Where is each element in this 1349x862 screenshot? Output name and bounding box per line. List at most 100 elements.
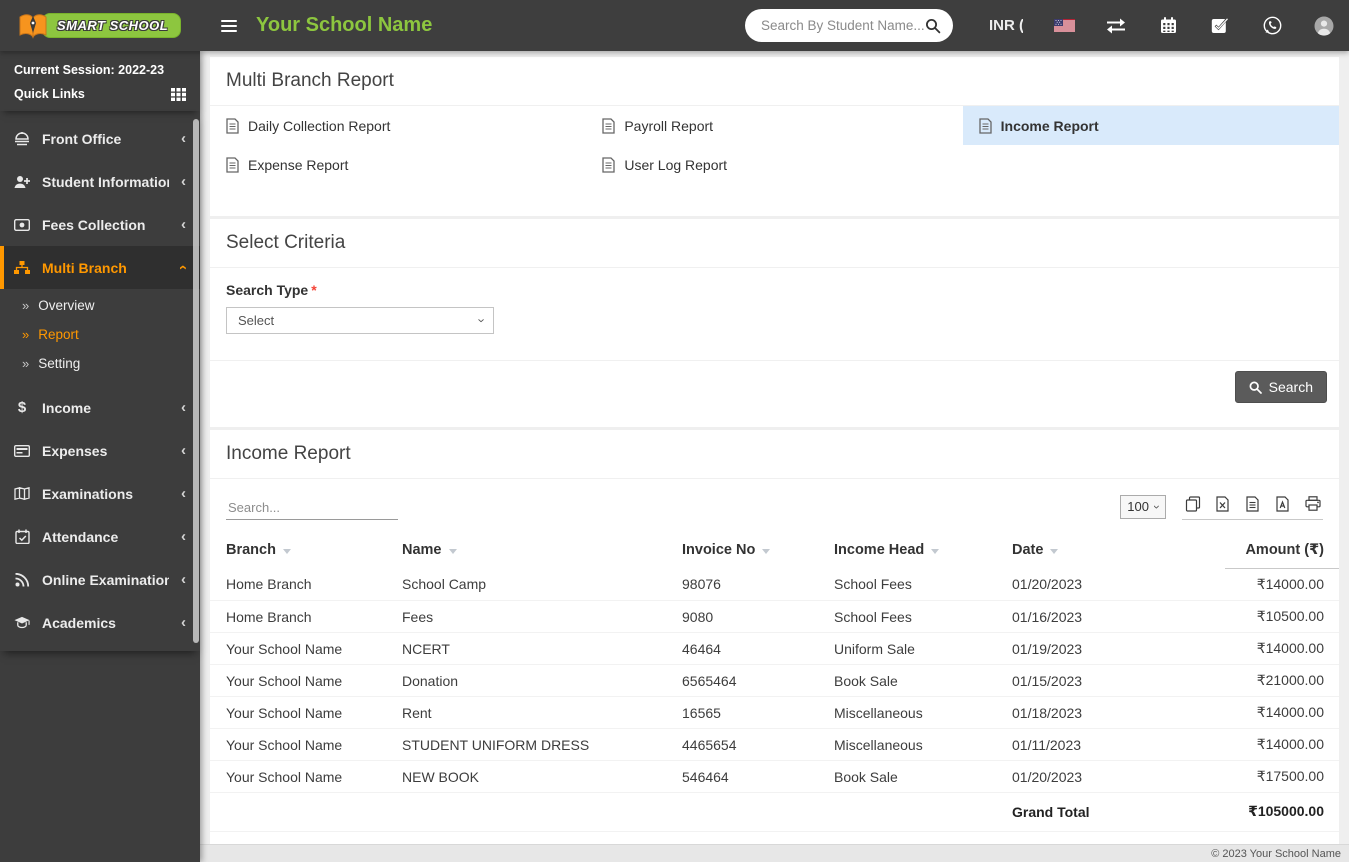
copyright-text: © 2023 Your School Name [1211,848,1341,860]
document-icon [226,157,239,173]
sort-caret-icon [1050,549,1058,554]
document-icon [602,157,615,173]
multi-branch-submenu: » Overview » Report » Setting [0,289,200,386]
export-excel-icon[interactable] [1214,495,1231,512]
sidebar-item-lesson-plan[interactable]: Lesson Plan ‹ [0,644,200,651]
calendar-icon[interactable] [1157,15,1179,37]
export-csv-icon[interactable] [1244,495,1261,512]
navbar-icon-group [1053,15,1335,37]
sort-caret-icon [283,549,291,554]
sidebar-item-academics[interactable]: Academics ‹ [0,601,200,644]
export-pdf-icon[interactable] [1274,495,1291,512]
sort-caret-icon [931,549,939,554]
table-row: Home Branch School Camp 98076 School Fee… [210,569,1339,601]
link-user-log-report[interactable]: User Log Report [586,145,962,184]
table-row: Your School Name Rent 16565 Miscellaneou… [210,697,1339,729]
sidebar-item-fees-collection[interactable]: Fees Collection ‹ [0,203,200,246]
column-header-branch[interactable]: Branch [210,536,402,569]
double-angle-icon: » [22,298,29,313]
column-header-date[interactable]: Date [1012,536,1225,569]
sidebar-item-examinations[interactable]: Examinations ‹ [0,472,200,515]
search-type-label: Search Type* [226,282,1323,298]
table-search [226,496,398,520]
income-report-table: Branch Name Invoice No Income Head Date … [210,536,1339,832]
double-angle-icon: » [22,356,29,371]
income-report-title: Income Report [210,430,1339,479]
page-size-select[interactable]: 100 › [1120,495,1166,519]
sidebar-scrollbar[interactable] [193,119,199,643]
todo-check-icon[interactable] [1209,15,1231,37]
sidebar-item-attendance[interactable]: Attendance ‹ [0,515,200,558]
select-criteria-title: Select Criteria [210,219,1339,268]
logo-book-icon [16,9,50,43]
branch-switch-icon[interactable] [1105,15,1127,37]
export-toolbar [1182,493,1323,520]
sidebar-item-online-examinations[interactable]: Online Examinations ‹ [0,558,200,601]
document-icon [226,118,239,134]
submenu-item-setting[interactable]: » Setting [0,349,200,378]
student-search-input[interactable] [761,18,925,33]
front-office-icon [14,132,30,146]
table-row: Your School Name NEW BOOK 546464 Book Sa… [210,761,1339,793]
sidebar-item-income[interactable]: $ Income ‹ [0,386,200,429]
chevron-left-icon: ‹ [181,615,186,630]
sidebar-item-student-information[interactable]: Student Information ‹ [0,160,200,203]
grand-total-label: Grand Total [1012,793,1225,832]
table-search-input[interactable] [226,496,398,520]
sort-caret-icon [449,549,457,554]
criteria-form: Search Type* Select › [210,268,1339,361]
app-logo[interactable]: SMART SCHOOL [0,0,200,51]
sort-caret-icon [762,549,770,554]
document-icon [602,118,615,134]
currency-menu[interactable]: INR ( [989,17,1023,34]
submenu-item-overview[interactable]: » Overview [0,291,200,320]
search-button[interactable]: Search [1235,371,1327,403]
column-header-name[interactable]: Name [402,536,682,569]
income-report-panel: Income Report 100 › [210,430,1339,862]
table-row: Home Branch Fees 9080 School Fees 01/16/… [210,601,1339,633]
top-navbar: SMART SCHOOL Your School Name INR ( [0,0,1349,51]
examinations-icon [14,487,30,500]
sidebar-item-multi-branch[interactable]: Multi Branch ‹ [0,246,200,289]
document-icon [979,118,992,134]
academics-icon [14,616,30,629]
search-type-select[interactable]: Select › [226,307,494,334]
copy-icon[interactable] [1184,495,1201,512]
multi-branch-icon [14,261,30,275]
quick-links-label: Quick Links [14,87,85,101]
table-toolbar: 100 › [210,479,1339,522]
multi-branch-report-panel: Multi Branch Report Daily Collection Rep… [210,57,1339,216]
column-header-invoice-no[interactable]: Invoice No [682,536,834,569]
link-daily-collection-report[interactable]: Daily Collection Report [210,106,586,145]
chevron-left-icon: ‹ [181,486,186,501]
table-row: Your School Name STUDENT UNIFORM DRESS 4… [210,729,1339,761]
chevron-down-icon: ‹ [176,265,191,270]
link-income-report[interactable]: Income Report [963,106,1339,145]
search-icon [1249,381,1262,394]
sidebar-item-expenses[interactable]: Expenses ‹ [0,429,200,472]
quick-links-grid-icon[interactable] [171,88,186,101]
language-flag-icon[interactable] [1053,15,1075,37]
select-caret-icon: › [1150,505,1164,509]
online-examinations-icon [14,573,30,587]
search-icon[interactable] [925,18,941,34]
link-expense-report[interactable]: Expense Report [210,145,586,184]
user-avatar[interactable] [1313,15,1335,37]
submenu-item-report[interactable]: » Report [0,320,200,349]
hamburger-menu-icon[interactable] [210,7,248,45]
double-angle-icon: » [22,327,29,342]
student-search-box [745,9,953,42]
attendance-icon [14,529,30,544]
grand-total-amount: ₹105000.00 [1225,793,1339,832]
whatsapp-icon[interactable] [1261,15,1283,37]
sidebar-item-front-office[interactable]: Front Office ‹ [0,117,200,160]
chevron-left-icon: ‹ [181,529,186,544]
link-payroll-report[interactable]: Payroll Report [586,106,962,145]
copyright-footer: © 2023 Your School Name [200,844,1349,862]
multi-branch-report-title: Multi Branch Report [210,57,1339,106]
current-session-label: Current Session: 2022-23 [14,63,186,77]
student-information-icon [14,175,30,189]
session-block: Current Session: 2022-23 Quick Links [0,51,200,111]
print-icon[interactable] [1304,495,1321,512]
column-header-income-head[interactable]: Income Head [834,536,1012,569]
